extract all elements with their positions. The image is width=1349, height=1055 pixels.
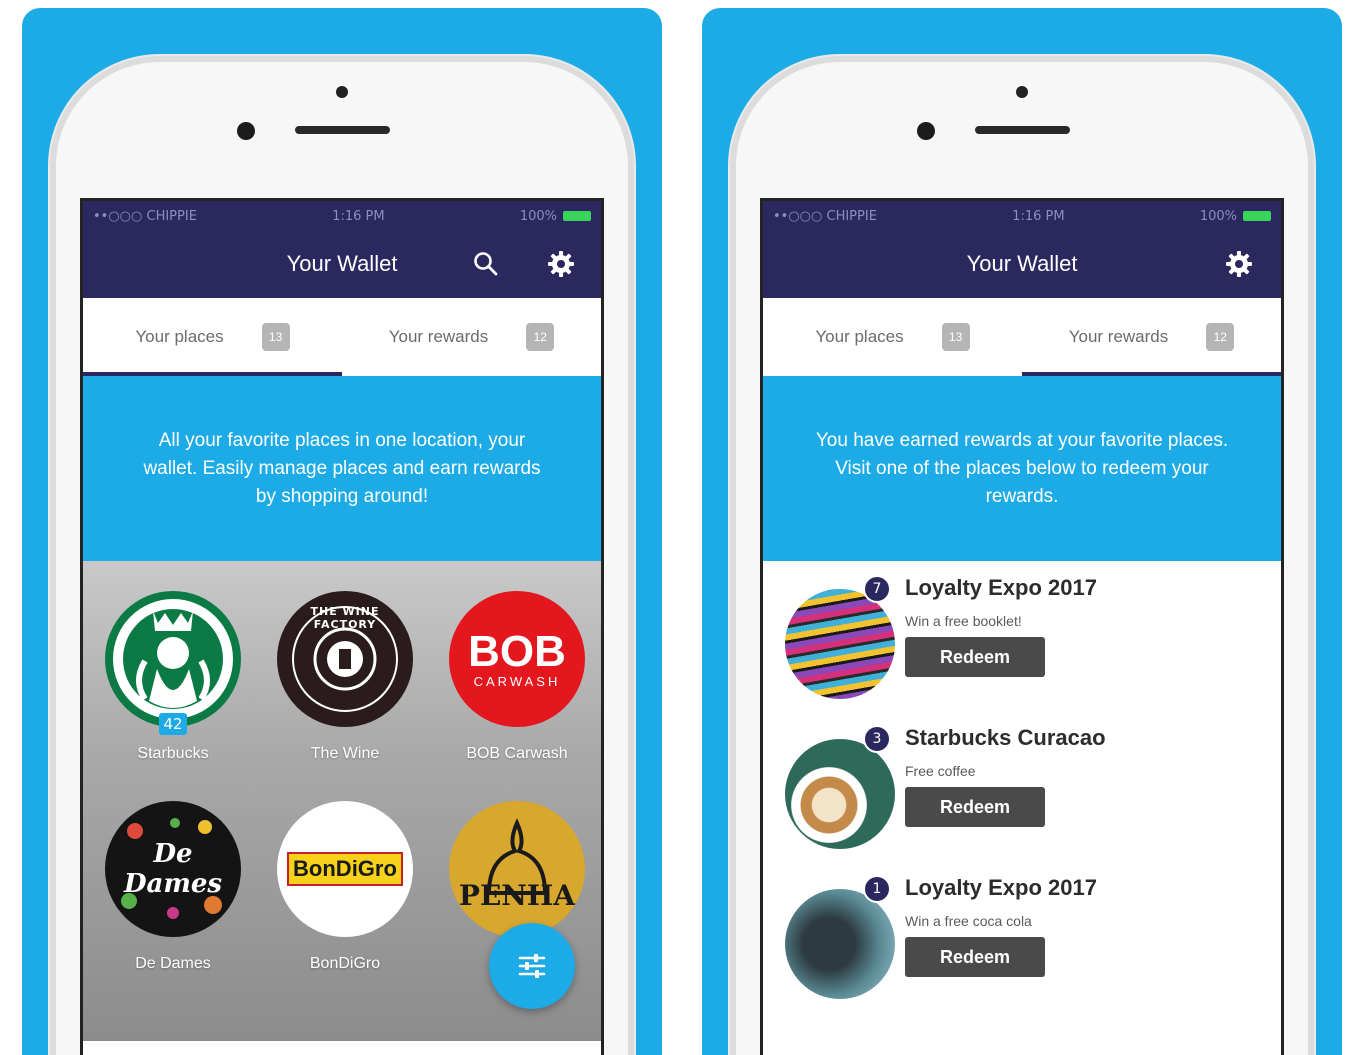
info-banner: All your favorite places in one location… xyxy=(83,376,601,561)
search-icon xyxy=(474,252,498,276)
reward-subtitle: Win a free booklet! xyxy=(905,613,1022,629)
reward-item: 7 Loyalty Expo 2017 Win a free booklet! … xyxy=(785,575,1265,705)
carrier-label: ••○○○ CHIPPIE xyxy=(93,208,197,224)
status-bar: ••○○○ CHIPPIE 1:16 PM 100% xyxy=(763,201,1281,231)
redeem-button[interactable]: Redeem xyxy=(905,937,1045,977)
building-outline-icon xyxy=(486,818,548,895)
tab-label: Your rewards xyxy=(388,327,489,346)
reward-count-badge: 1 xyxy=(863,875,891,903)
settings-button[interactable] xyxy=(1224,249,1254,279)
de-dames-logo: De Dames xyxy=(105,801,241,937)
reward-title: Loyalty Expo 2017 xyxy=(905,875,1097,900)
redeem-button[interactable]: Redeem xyxy=(905,787,1045,827)
battery-percent: 100% xyxy=(519,208,557,224)
earpiece-speaker xyxy=(295,126,390,134)
phone-screen: ••○○○ CHIPPIE 1:16 PM 100% Your Wallet Y… xyxy=(760,198,1284,1055)
bondigro-logo: BonDiGro xyxy=(277,801,413,937)
phone-frame: ••○○○ CHIPPIE 1:16 PM 100% Your Wallet Y… xyxy=(50,56,634,1055)
nav-bar: Your Wallet xyxy=(83,231,601,298)
page-title: Your Wallet xyxy=(286,251,398,276)
filter-button[interactable] xyxy=(489,923,575,1009)
tab-strip: Your places 13 Your rewards 12 xyxy=(763,298,1281,376)
place-the-wine[interactable]: THE WINE FACTORY The Wine xyxy=(265,591,425,763)
reward-item: 1 Loyalty Expo 2017 Win a free coca cola… xyxy=(785,875,1265,1005)
tab-your-rewards[interactable]: Your rewards 12 xyxy=(342,298,601,376)
banner-text: All your favorite places in one location… xyxy=(143,429,541,507)
count-badge: 12 xyxy=(1206,323,1235,351)
tab-your-places[interactable]: Your places 13 xyxy=(83,298,342,376)
place-name: The Wine xyxy=(310,745,380,762)
stamp-count-badge: 42 xyxy=(159,713,187,735)
gear-icon xyxy=(548,251,574,277)
redeem-button[interactable]: Redeem xyxy=(905,637,1045,677)
tab-your-places[interactable]: Your places 13 xyxy=(763,298,1022,376)
reward-item: 3 Starbucks Curacao Free coffee Redeem xyxy=(785,725,1265,855)
clock: 1:16 PM xyxy=(1012,208,1065,224)
rewards-list: 7 Loyalty Expo 2017 Win a free booklet! … xyxy=(763,561,1281,1041)
places-grid: 42 Starbucks THE WINE FACTORY The Wine B… xyxy=(83,561,601,1041)
count-badge: 13 xyxy=(261,323,290,351)
count-badge: 12 xyxy=(526,323,555,351)
logo-text: BonDiGro xyxy=(287,852,403,886)
place-de-dames[interactable]: De Dames De Dames xyxy=(93,801,253,973)
status-bar: ••○○○ CHIPPIE 1:16 PM 100% xyxy=(83,201,601,231)
place-name: Starbucks xyxy=(137,745,209,762)
reward-subtitle: Win a free coca cola xyxy=(905,913,1032,929)
bob-carwash-logo: BOB CARWASH xyxy=(449,591,585,727)
carrier-label: ••○○○ CHIPPIE xyxy=(773,208,877,224)
starbucks-logo xyxy=(105,591,241,727)
penha-logo: PENHA xyxy=(449,801,585,937)
search-button[interactable] xyxy=(471,249,501,279)
clock: 1:16 PM xyxy=(332,208,385,224)
reward-title: Starbucks Curacao xyxy=(905,725,1106,750)
place-bob-carwash[interactable]: BOB CARWASH BOB Carwash xyxy=(437,591,597,763)
phone-frame: ••○○○ CHIPPIE 1:16 PM 100% Your Wallet Y… xyxy=(730,56,1314,1055)
place-name: BOB Carwash xyxy=(466,745,568,762)
gear-icon xyxy=(1226,251,1252,277)
reward-subtitle: Free coffee xyxy=(905,763,976,779)
banner-text: You have earned rewards at your favorite… xyxy=(815,429,1229,507)
logo-sub-text: CARWASH xyxy=(473,673,561,689)
phone-screen: ••○○○ CHIPPIE 1:16 PM 100% Your Wallet Y… xyxy=(80,198,604,1055)
left-screenshot-panel: ••○○○ CHIPPIE 1:16 PM 100% Your Wallet Y… xyxy=(22,8,662,1055)
reward-thumbnail xyxy=(785,739,895,849)
reward-thumbnail xyxy=(785,889,895,999)
tab-label: Your places xyxy=(135,327,224,346)
count-badge: 13 xyxy=(941,323,970,351)
front-camera xyxy=(237,122,255,140)
place-starbucks[interactable]: 42 Starbucks xyxy=(93,591,253,763)
logo-main-text: BOB xyxy=(468,626,566,676)
reward-count-badge: 7 xyxy=(863,575,891,603)
logo-text: De Dames xyxy=(123,839,223,899)
info-banner: You have earned rewards at your favorite… xyxy=(763,376,1281,561)
right-screenshot-panel: ••○○○ CHIPPIE 1:16 PM 100% Your Wallet Y… xyxy=(702,8,1342,1055)
front-camera xyxy=(917,122,935,140)
place-name: BonDiGro xyxy=(309,955,381,972)
nav-bar: Your Wallet xyxy=(763,231,1281,298)
earpiece-speaker xyxy=(975,126,1070,134)
battery-percent: 100% xyxy=(1199,208,1237,224)
proximity-sensor xyxy=(1016,86,1028,98)
battery-icon xyxy=(1242,211,1271,221)
proximity-sensor xyxy=(336,86,348,98)
settings-button[interactable] xyxy=(546,249,576,279)
tab-your-rewards[interactable]: Your rewards 12 xyxy=(1022,298,1281,376)
tab-label: Your places xyxy=(815,327,904,346)
reward-title: Loyalty Expo 2017 xyxy=(905,575,1097,600)
tab-label: Your rewards xyxy=(1068,327,1169,346)
reward-thumbnail xyxy=(785,589,895,699)
tab-strip: Your places 13 Your rewards 12 xyxy=(83,298,601,376)
logo-text: PENHA xyxy=(458,878,576,912)
battery-icon xyxy=(562,211,591,221)
siren-logo-icon xyxy=(113,599,233,719)
the-wine-logo: THE WINE FACTORY xyxy=(277,591,413,727)
sliders-icon xyxy=(518,954,546,978)
place-bondigro[interactable]: BonDiGro BonDiGro xyxy=(265,801,425,973)
reward-count-badge: 3 xyxy=(863,725,891,753)
page-title: Your Wallet xyxy=(966,251,1078,276)
place-name: De Dames xyxy=(135,955,211,972)
logo-text: THE WINE FACTORY xyxy=(310,605,380,631)
